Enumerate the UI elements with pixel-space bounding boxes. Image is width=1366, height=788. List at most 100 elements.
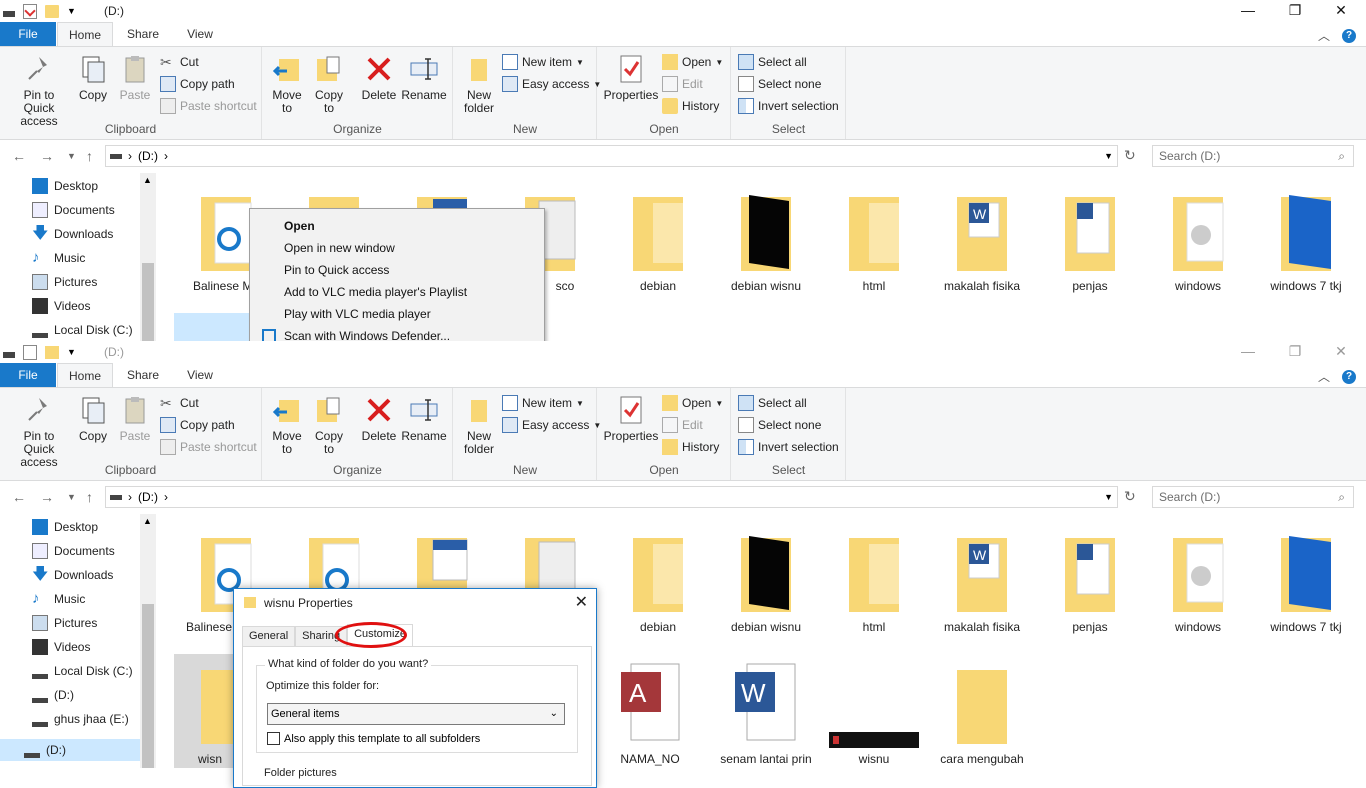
folder-item[interactable]: Wmakalah fisika (930, 189, 1034, 293)
forward-arrow-icon[interactable]: → (40, 489, 54, 505)
up-arrow-icon[interactable]: ↑ (86, 148, 93, 164)
properties-button[interactable]: Properties (602, 394, 660, 443)
file-item[interactable]: Wsenam lantai prin (714, 662, 818, 766)
nav-item-d-drive[interactable]: (D:) (32, 684, 74, 706)
select-all-button[interactable]: Select all (738, 52, 807, 72)
selected-folder[interactable] (174, 313, 254, 341)
minimize-button[interactable]: — (1225, 343, 1271, 361)
nav-item-documents[interactable]: Documents (32, 199, 115, 221)
copy-to-button[interactable]: Copy to (311, 394, 347, 456)
address-dropdown-icon[interactable]: ▼ (1104, 492, 1113, 502)
nav-item-d-drive-root[interactable]: (D:) (24, 739, 66, 761)
tab-general[interactable]: General (242, 626, 296, 646)
minimize-button[interactable]: — (1225, 2, 1271, 20)
recent-locations-icon[interactable]: ▼ (67, 151, 76, 161)
refresh-icon[interactable]: ↻ (1124, 147, 1136, 164)
menu-item-open-new-window[interactable]: Open in new window (250, 237, 544, 259)
nav-scrollbar[interactable]: ▲ (140, 173, 156, 341)
cut-button[interactable]: ✂ Cut (160, 393, 199, 413)
tab-home[interactable]: Home (57, 363, 113, 387)
paste-button[interactable]: Paste (116, 53, 154, 102)
nav-item-documents[interactable]: Documents (32, 540, 115, 562)
apply-subfolders-checkbox[interactable]: Also apply this template to all subfolde… (267, 732, 480, 745)
collapse-ribbon-icon[interactable]: ︿ (1318, 368, 1330, 385)
file-item[interactable]: wisnu (822, 662, 926, 766)
folder-item[interactable]: windows 7 tkj (1254, 530, 1358, 634)
nav-item-music[interactable]: ♪ Music (32, 247, 85, 269)
delete-button[interactable]: Delete (359, 53, 399, 102)
delete-button[interactable]: Delete (359, 394, 399, 443)
help-icon[interactable]: ? (1342, 369, 1356, 384)
scroll-up-icon[interactable]: ▲ (143, 516, 152, 526)
folder-item[interactable]: debian wisnu (714, 189, 818, 293)
folder-item[interactable]: debian wisnu (714, 530, 818, 634)
select-all-button[interactable]: Select all (738, 393, 807, 413)
forward-arrow-icon[interactable]: → (40, 148, 54, 164)
qa-dropdown-icon[interactable]: ▼ (67, 347, 76, 357)
new-item-button[interactable]: New item ▼ (502, 393, 584, 413)
properties-qa-icon[interactable] (23, 3, 37, 19)
cut-button[interactable]: ✂ Cut (160, 52, 199, 72)
tab-view[interactable]: View (176, 22, 224, 46)
optimize-select[interactable]: General items ⌄ (267, 703, 565, 725)
address-field[interactable]: › (D:) › ▼ (105, 145, 1118, 167)
history-button[interactable]: History (662, 437, 719, 457)
invert-selection-button[interactable]: Invert selection (738, 437, 839, 457)
dialog-close-button[interactable]: ✕ (575, 592, 588, 612)
search-input[interactable]: Search (D:) ⌕ (1152, 486, 1354, 508)
invert-selection-button[interactable]: Invert selection (738, 96, 839, 116)
search-input[interactable]: Search (D:) ⌕ (1152, 145, 1354, 167)
folder-item[interactable]: Wmakalah fisika (930, 530, 1034, 634)
rename-button[interactable]: Rename (401, 53, 447, 102)
folder-item[interactable]: html (822, 189, 926, 293)
copy-button[interactable]: Copy (76, 53, 110, 102)
folder-item[interactable]: penjas (1038, 189, 1142, 293)
collapse-ribbon-icon[interactable]: ︿ (1318, 27, 1330, 44)
nav-item-videos[interactable]: Videos (32, 295, 90, 317)
new-folder-button[interactable]: New folder (460, 53, 498, 115)
new-folder-qa-icon[interactable] (45, 4, 59, 18)
refresh-icon[interactable]: ↻ (1124, 488, 1136, 505)
menu-item-vlc-playlist[interactable]: Add to VLC media player's Playlist (250, 281, 544, 303)
move-to-button[interactable]: Move to (269, 53, 305, 115)
nav-item-pictures[interactable]: Pictures (32, 612, 97, 634)
back-arrow-icon[interactable]: ← (12, 148, 26, 164)
copy-button[interactable]: Copy (76, 394, 110, 443)
edit-button[interactable]: Edit (662, 74, 703, 94)
history-button[interactable]: History (662, 96, 719, 116)
up-arrow-icon[interactable]: ↑ (86, 489, 93, 505)
tab-home[interactable]: Home (57, 22, 113, 46)
tab-share[interactable]: Share (118, 22, 168, 46)
tab-file[interactable]: File (0, 22, 56, 46)
folder-item[interactable]: debian (606, 189, 710, 293)
scroll-thumb[interactable] (142, 263, 154, 341)
close-button[interactable]: ✕ (1318, 343, 1364, 361)
maximize-button[interactable]: ❐ (1272, 2, 1318, 20)
tab-file[interactable]: File (0, 363, 56, 387)
properties-button[interactable]: Properties (602, 53, 660, 102)
restore-button[interactable]: ❐ (1272, 343, 1318, 361)
back-arrow-icon[interactable]: ← (12, 489, 26, 505)
address-field[interactable]: › (D:) › ▼ (105, 486, 1118, 508)
folder-item[interactable]: penjas (1038, 530, 1142, 634)
folder-item[interactable]: html (822, 530, 926, 634)
nav-item-local-disk[interactable]: Local Disk (C:) (32, 660, 133, 682)
nav-item-desktop[interactable]: Desktop (32, 516, 98, 538)
folder-item[interactable]: windows (1146, 530, 1250, 634)
paste-shortcut-button[interactable]: Paste shortcut (160, 437, 257, 457)
menu-item-defender-scan[interactable]: Scan with Windows Defender... (250, 325, 544, 341)
new-folder-button[interactable]: New folder (460, 394, 498, 456)
nav-item-videos[interactable]: Videos (32, 636, 90, 658)
file-item[interactable]: A NAMA_NO (598, 662, 702, 766)
address-dropdown-icon[interactable]: ▼ (1104, 151, 1113, 161)
open-button[interactable]: Open ▼ (662, 52, 723, 72)
pin-quick-access-button[interactable]: Pin to Quick access (4, 394, 74, 469)
copy-path-button[interactable]: Copy path (160, 415, 235, 435)
breadcrumb-d-drive[interactable]: (D:) (138, 149, 158, 163)
nav-item-downloads[interactable]: 🡇 Downloads (32, 223, 113, 245)
select-none-button[interactable]: Select none (738, 74, 821, 94)
paste-button[interactable]: Paste (116, 394, 154, 443)
new-folder-qa-icon[interactable] (45, 345, 59, 359)
close-button[interactable]: ✕ (1318, 2, 1364, 20)
nav-item-local-disk[interactable]: Local Disk (C:) (32, 319, 133, 341)
